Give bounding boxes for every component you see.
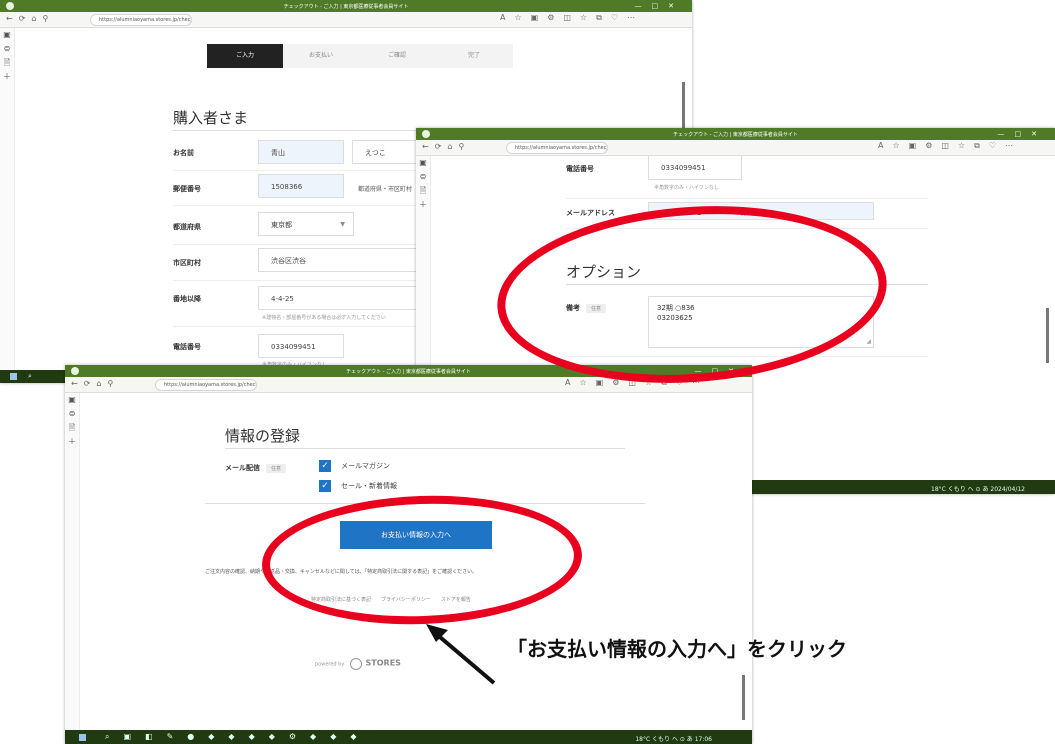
optional-badge: 任意 bbox=[266, 463, 287, 473]
scrollbar[interactable] bbox=[682, 82, 685, 130]
toolbar-icons[interactable]: A☆▣⚙◫☆⧉♡⋯ bbox=[500, 13, 644, 23]
checkout-steps: ご入力 お支払い ご確認 完了 bbox=[207, 44, 513, 68]
section-title: 購入者さま bbox=[173, 109, 249, 127]
step-payment: お支払い bbox=[283, 44, 359, 68]
postal-note: 都道府県・市区町村 bbox=[358, 186, 413, 193]
window-controls[interactable]: —□✕ bbox=[635, 2, 684, 10]
toolbar-icons[interactable]: A☆▣⚙◫☆⧉♡⋯ bbox=[878, 141, 1022, 151]
label-phone: 電話番号 bbox=[566, 165, 594, 173]
label-email: メールアドレス bbox=[566, 209, 615, 217]
powered-by-text: powered by bbox=[315, 661, 345, 668]
phone-field[interactable]: 0334099451 bbox=[648, 156, 742, 180]
newsletter-label: メールマガジン bbox=[341, 462, 390, 470]
nav-icons[interactable]: ←⟳⌂⚲ bbox=[422, 142, 470, 151]
prefecture-value: 東京都 bbox=[271, 221, 292, 229]
title-bar: チェックアウト - ご入力 | 東京都医療従事者会員サイト —□✕ bbox=[0, 0, 692, 12]
newsletter-checkbox[interactable]: ✓ メールマガジン bbox=[319, 460, 390, 472]
window-controls[interactable]: —□✕ bbox=[998, 130, 1047, 138]
search-icon[interactable]: ⌕ bbox=[28, 372, 32, 381]
chevron-down-icon: ▼ bbox=[340, 221, 345, 228]
annotation-caption: 「お支払い情報の入力へ」をクリック bbox=[507, 637, 847, 661]
phone-hint: 半角数字のみ・ハイフンなし bbox=[654, 185, 720, 191]
nav-icons[interactable]: ←⟳⌂⚲ bbox=[71, 379, 119, 388]
resize-handle-icon[interactable]: ◢ bbox=[866, 337, 871, 347]
label-mail: メール配信 任意 bbox=[225, 463, 287, 473]
address-bar: ←⟳⌂⚲ https://alumniaoyama.stores.jp/chec… bbox=[0, 12, 692, 28]
system-tray[interactable]: 18°C くもり へ ⊙ あ 17:06 bbox=[635, 734, 712, 743]
sale-info-label: セール・新着情報 bbox=[341, 482, 397, 490]
label-phone: 電話番号 bbox=[173, 343, 201, 351]
tutorial-composite: { "back_window": { "tab_title": "チェックアウト… bbox=[0, 0, 1055, 744]
tab-title: チェックアウト - ご入力 | 東京都医療従事者会員サイト bbox=[673, 132, 798, 138]
url-field[interactable]: https://alumniaoyama.stores.jp/checkout bbox=[90, 14, 192, 26]
label-name: お名前 bbox=[173, 149, 194, 157]
windows-start-icon[interactable] bbox=[10, 373, 17, 380]
label-street: 番地以降 bbox=[173, 295, 201, 303]
windows-start-icon[interactable] bbox=[79, 734, 86, 741]
powered-by: powered by STORES bbox=[315, 658, 401, 670]
row-divider bbox=[566, 198, 928, 199]
taskbar-front: ⌕▣◧✎●◆◆◆◆⚙◆◆◆ 18°C くもり へ ⊙ あ 17:06 bbox=[65, 730, 752, 744]
street-hint: ※建物名・部屋番号がある場合は必ず入力してください bbox=[262, 315, 386, 321]
step-complete: 完了 bbox=[435, 44, 513, 68]
scrollbar[interactable] bbox=[1046, 308, 1049, 363]
nav-icons[interactable]: ←⟳⌂⚲ bbox=[6, 14, 54, 23]
register-title: 情報の登録 bbox=[225, 427, 301, 445]
section-divider bbox=[225, 448, 625, 449]
check-icon: ✓ bbox=[319, 460, 331, 472]
url-field[interactable]: https://alumniaoyama.stores.jp/checkout bbox=[506, 142, 608, 154]
last-name-field[interactable]: 青山 bbox=[258, 140, 344, 164]
postal-field[interactable]: 1508366 bbox=[258, 174, 344, 198]
city-field[interactable]: 渋谷区渋谷 bbox=[258, 248, 428, 272]
label-city: 市区町村 bbox=[173, 259, 201, 267]
scrollbar[interactable] bbox=[742, 675, 745, 720]
stores-logo-icon bbox=[349, 658, 362, 670]
tab-title: チェックアウト - ご入力 | 東京都医療従事者会員サイト bbox=[283, 4, 409, 10]
taskbar-app-icons[interactable]: ⌕▣◧✎●◆◆◆◆⚙◆◆◆ bbox=[105, 732, 371, 742]
street-field[interactable]: 4-4-25 bbox=[258, 286, 428, 310]
check-icon: ✓ bbox=[319, 480, 331, 492]
sale-info-checkbox[interactable]: ✓ セール・新着情報 bbox=[319, 480, 397, 492]
address-bar: ←⟳⌂⚲ https://alumniaoyama.stores.jp/chec… bbox=[416, 140, 1055, 156]
vertical-tab-strip[interactable]: ▣ ⊜ 🗎 ＋ bbox=[0, 28, 15, 383]
label-postal: 郵便番号 bbox=[173, 185, 201, 193]
step-input: ご入力 bbox=[207, 44, 283, 68]
system-tray[interactable]: 18°C くもり へ ⊙ あ 2024/04/12 bbox=[931, 484, 1025, 493]
stores-brand: STORES bbox=[365, 658, 401, 668]
title-bar: チェックアウト - ご入力 | 東京都医療従事者会員サイト —□✕ bbox=[416, 128, 1055, 140]
vertical-tab-strip[interactable]: ▣ ⊜ 🗎 ＋ bbox=[65, 393, 80, 744]
phone-field[interactable]: 0334099451 bbox=[258, 334, 344, 358]
url-field[interactable]: https://alumniaoyama.stores.jp/checkout bbox=[155, 379, 257, 391]
taskbar-back: ⌕ bbox=[0, 370, 70, 383]
mail-label-text: メール配信 bbox=[225, 464, 260, 472]
prefecture-select[interactable]: 東京都 ▼ bbox=[258, 212, 354, 236]
label-prefecture: 都道府県 bbox=[173, 223, 201, 231]
step-confirm: ご確認 bbox=[359, 44, 435, 68]
